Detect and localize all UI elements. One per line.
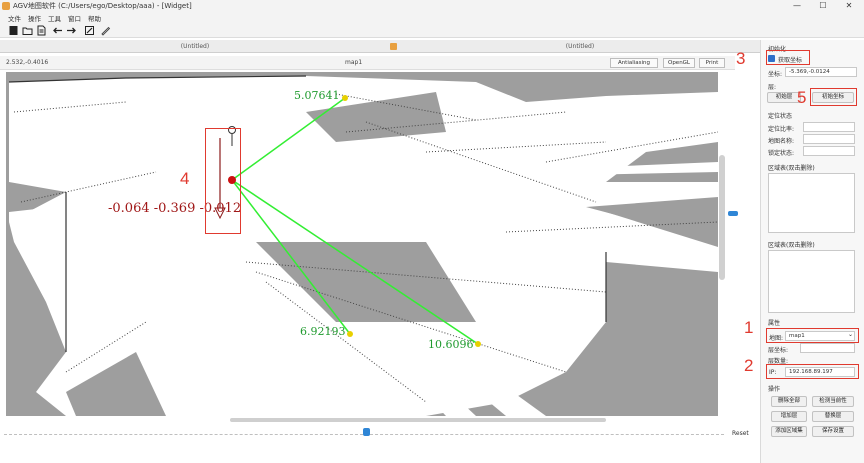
document-tabs: (Untitled) (Untitled) (0, 40, 760, 53)
tab-untitled-1[interactable]: (Untitled) (170, 41, 220, 52)
laser-target-3 (475, 341, 481, 347)
zoom-slider-handle[interactable] (363, 428, 370, 436)
print-button[interactable]: Print (699, 58, 725, 68)
check-current-button[interactable]: 检测当前性 (812, 396, 854, 407)
menu-help[interactable]: 帮助 (88, 13, 101, 23)
cursor-coordinates: 2.532,-0.4016 (6, 59, 49, 66)
props-section-title: 属性 (768, 320, 781, 327)
callout-number-1: 1 (744, 318, 754, 337)
rotation-slider-handle[interactable] (728, 211, 738, 216)
laser-target-1 (342, 95, 348, 101)
tab-untitled-2[interactable]: (Untitled) (555, 41, 605, 52)
close-button[interactable]: ✕ (836, 0, 862, 12)
toolbar (0, 23, 864, 38)
antialiasing-button[interactable]: Antialiasing (610, 58, 658, 68)
menu-tools[interactable]: 工具 (48, 13, 61, 23)
save-settings-button[interactable]: 保存设置 (812, 426, 854, 437)
replace-layer-button[interactable]: 替换层 (812, 411, 854, 422)
callout-box-2 (766, 364, 859, 379)
minimize-button[interactable]: — (784, 0, 810, 12)
zone-list-a[interactable] (768, 173, 855, 233)
save-icon[interactable] (36, 25, 47, 36)
menu-bar: 文件 操作 工具 窗口 帮助 (0, 12, 864, 23)
maximize-button[interactable]: ☐ (810, 0, 836, 12)
vertical-scrollbar[interactable] (719, 155, 725, 280)
add-layer-button[interactable]: 增加层 (771, 411, 807, 422)
menu-action[interactable]: 操作 (28, 13, 41, 23)
initial-floor-button[interactable]: 初始层 (767, 92, 801, 103)
redo-icon[interactable] (66, 25, 77, 36)
callout-number-5: 5 (797, 88, 807, 107)
callout-box-3 (766, 50, 810, 65)
map-view[interactable]: -0.064 -0.369 -0.012 5.07641 6.92193 10.… (6, 72, 718, 416)
opengl-button[interactable]: OpenGL (663, 58, 695, 68)
add-zone-set-button[interactable]: 添加区域集 (771, 426, 807, 437)
distance-label-1: 5.07641 (294, 89, 340, 102)
callout-number-3: 3 (736, 49, 746, 68)
edit-icon[interactable] (84, 25, 95, 36)
callout-box-4 (205, 128, 241, 234)
zone-list-title-a: 区域表(双击删除) (768, 165, 815, 172)
lock-status-field (803, 146, 855, 156)
locate-section-title: 定位状态 (768, 113, 793, 120)
view-header: 2.532,-0.4016 map1 Antialiasing OpenGL P… (0, 56, 735, 70)
reset-button[interactable]: Reset (732, 430, 749, 437)
lock-status-label: 锁定状态: (768, 150, 795, 157)
zone-list-title-b: 区域表(双击删除) (768, 242, 815, 249)
callout-box-5 (810, 88, 857, 106)
delete-all-button[interactable]: 删除全部 (771, 396, 807, 407)
new-file-icon[interactable] (8, 25, 19, 36)
callout-number-2: 2 (744, 356, 754, 375)
locate-rate-label: 定位比率: (768, 126, 795, 133)
floor-coord-label: 层坐标: (768, 347, 789, 354)
undo-icon[interactable] (52, 25, 63, 36)
distance-label-2: 6.92193 (300, 325, 346, 338)
menu-window[interactable]: 窗口 (68, 13, 81, 23)
distance-label-3: 10.6096 (428, 338, 474, 351)
laser-target-2 (347, 331, 353, 337)
map-name-label: map1 (345, 59, 363, 66)
horizontal-scrollbar[interactable] (230, 418, 606, 422)
callout-number-4: 4 (180, 169, 190, 188)
locate-rate-field (803, 122, 855, 132)
pose-field[interactable]: -5.369,-0.0124 (785, 67, 857, 77)
menu-file[interactable]: 文件 (8, 13, 21, 23)
close-tab-icon[interactable] (390, 43, 397, 50)
open-folder-icon[interactable] (22, 25, 33, 36)
window-title: AGV地图软件 (C:/Users/ego/Desktop/aaa) - [Wi… (13, 2, 192, 10)
zone-list-b[interactable] (768, 250, 855, 313)
callout-box-1 (766, 328, 859, 343)
map-name-field (803, 134, 855, 144)
pose-label: 坐标: (768, 71, 783, 78)
floor-label: 层: (768, 84, 777, 91)
title-bar: AGV地图软件 (C:/Users/ego/Desktop/aaa) - [Wi… (0, 0, 864, 12)
pen-icon[interactable] (100, 25, 111, 36)
ops-section-title: 操作 (768, 386, 781, 393)
map-name-label-panel: 地图名称: (768, 138, 795, 145)
floor-coord-field[interactable] (800, 343, 855, 353)
app-icon (2, 2, 10, 10)
